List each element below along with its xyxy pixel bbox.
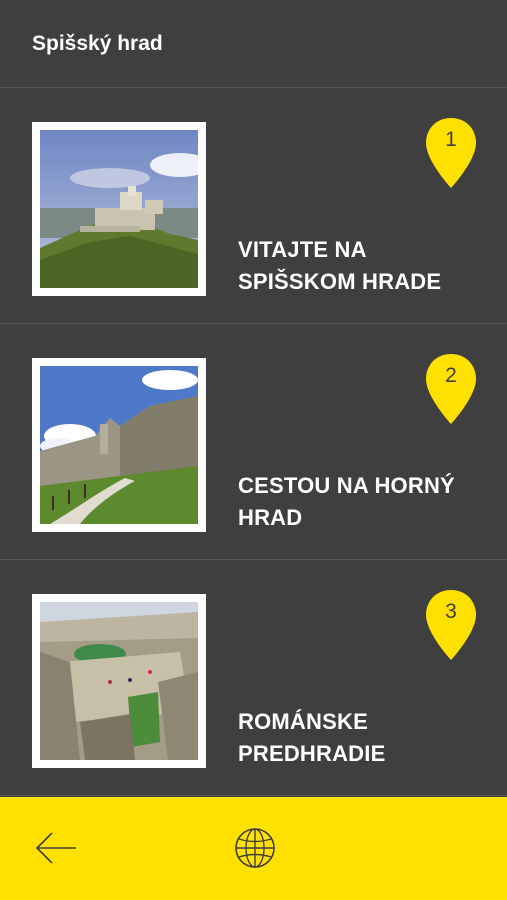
castle-hill-photo [40, 130, 198, 288]
stop-thumbnail [32, 122, 206, 296]
arrow-left-icon [35, 832, 76, 864]
list-item-stop-2[interactable]: 2 Cestou na Horný hrad [0, 324, 507, 560]
stop-number: 1 [445, 128, 457, 151]
globe-icon [235, 828, 275, 868]
list-item-stop-3[interactable]: 3 Románske predhradie [0, 560, 507, 796]
bottom-toolbar [0, 797, 507, 900]
stop-list: 1 Vitajte na Spišskom hrade [0, 88, 507, 796]
romanesque-courtyard-photo [40, 602, 198, 760]
stop-number-marker: 3 [424, 588, 478, 662]
list-item-stop-1[interactable]: 1 Vitajte na Spišskom hrade [0, 88, 507, 324]
stop-title: Cestou na Horný hrad [238, 473, 455, 530]
language-button[interactable] [232, 825, 278, 871]
app-header: Spišský hrad [0, 0, 507, 88]
stop-number-marker: 2 [424, 352, 478, 426]
page-title: Spišský hrad [32, 32, 163, 55]
stop-number: 3 [445, 600, 457, 623]
stop-title: Vitajte na Spišskom hrade [238, 237, 442, 294]
back-button[interactable] [32, 825, 80, 871]
castle-walls-path-photo [40, 366, 198, 524]
stop-number: 2 [445, 364, 457, 387]
stop-thumbnail [32, 358, 206, 532]
stop-thumbnail [32, 594, 206, 768]
stop-title: Románske predhradie [238, 709, 386, 766]
stop-number-marker: 1 [424, 116, 478, 190]
